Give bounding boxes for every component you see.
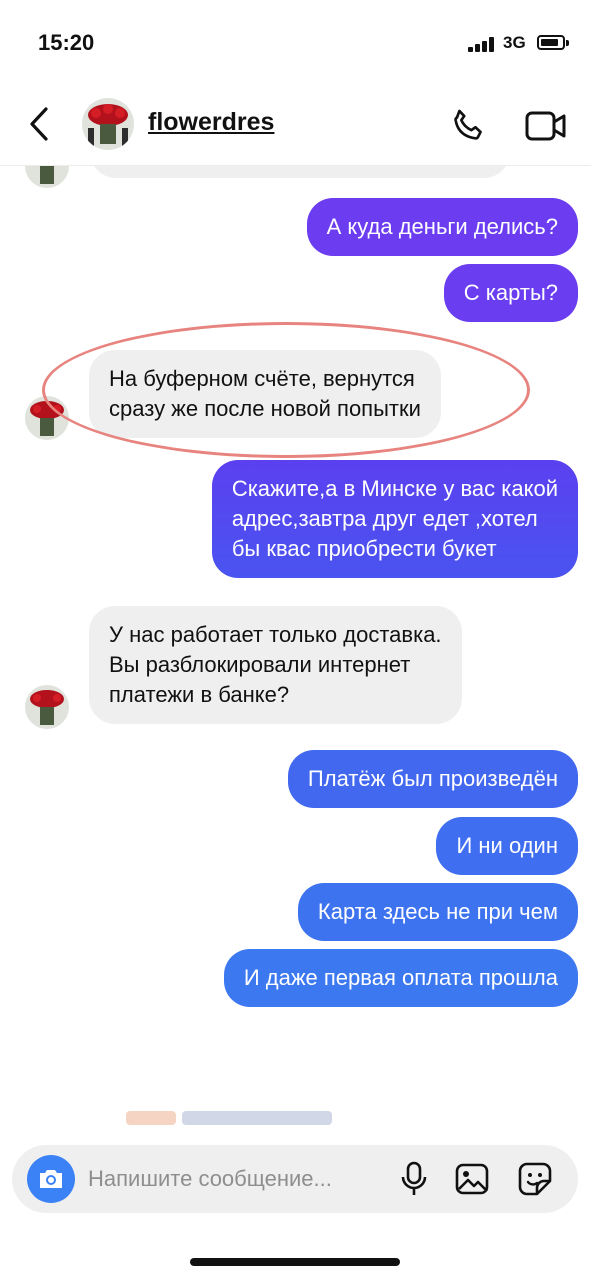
microphone-button[interactable]: [396, 1159, 432, 1199]
home-indicator[interactable]: [190, 1258, 400, 1266]
video-camera-icon: [525, 111, 566, 141]
blurred-indicator: [126, 1111, 332, 1126]
outgoing-message[interactable]: И ни один: [436, 817, 578, 875]
message-line: платежи в банке?: [109, 682, 290, 707]
message-text: Платёж был произведён: [307, 766, 558, 791]
avatar: [25, 685, 69, 729]
call-button[interactable]: [446, 104, 490, 148]
previous-bubble: [90, 166, 510, 178]
outgoing-message[interactable]: А куда деньги делись?: [306, 198, 578, 256]
back-button[interactable]: [22, 104, 56, 144]
chat-header: flowerdres: [0, 88, 591, 166]
outgoing-message[interactable]: Платёж был произведён: [287, 750, 578, 808]
incoming-message[interactable]: У нас работает только доставка. Вы разбл…: [89, 606, 462, 724]
message-line: Вы разблокировали интернет: [109, 652, 411, 677]
status-bar: 15:20 3G: [0, 0, 591, 88]
sticker-icon: [518, 1162, 552, 1196]
status-time: 15:20: [38, 30, 95, 55]
message-input[interactable]: [88, 1162, 388, 1196]
battery-icon: [537, 35, 569, 50]
message-text: С карты?: [463, 280, 558, 305]
message-line: У нас работает только доставка.: [109, 622, 442, 647]
message-list[interactable]: А куда деньги делись? С карты? На буферн…: [0, 166, 591, 1126]
signal-icon: [468, 36, 496, 52]
message-composer: [12, 1145, 578, 1213]
outgoing-message[interactable]: С карты?: [443, 264, 578, 322]
message-line: Скажите,а в Минске у вас какой: [231, 476, 558, 501]
gallery-button[interactable]: [452, 1159, 492, 1199]
camera-icon: [40, 1170, 62, 1188]
outgoing-message[interactable]: Скажите,а в Минске у вас какой адрес,зав…: [211, 460, 578, 578]
network-label: 3G: [503, 33, 526, 52]
message-text: А куда деньги делись?: [326, 214, 558, 239]
outgoing-message[interactable]: Карта здесь не при чем: [297, 883, 578, 941]
video-call-button[interactable]: [522, 104, 570, 148]
microphone-icon: [401, 1161, 427, 1195]
camera-button[interactable]: [27, 1155, 75, 1203]
gallery-icon: [455, 1163, 489, 1195]
outgoing-message[interactable]: И даже первая оплата прошла: [223, 949, 578, 1007]
phone-icon: [454, 109, 482, 140]
message-text: Карта здесь не при чем: [317, 899, 558, 924]
sticker-button[interactable]: [515, 1159, 555, 1199]
highlight-ring: [42, 322, 530, 458]
message-text: И даже первая оплата прошла: [243, 965, 558, 990]
message-line: адрес,завтра друг едет ,хотел: [231, 506, 538, 531]
message-text: И ни один: [456, 833, 558, 858]
avatar[interactable]: [82, 98, 134, 150]
username[interactable]: flowerdres: [148, 108, 274, 137]
back-arrow-icon: [30, 107, 48, 141]
message-line: бы квас приобрести букет: [231, 536, 497, 561]
avatar: [25, 166, 69, 188]
